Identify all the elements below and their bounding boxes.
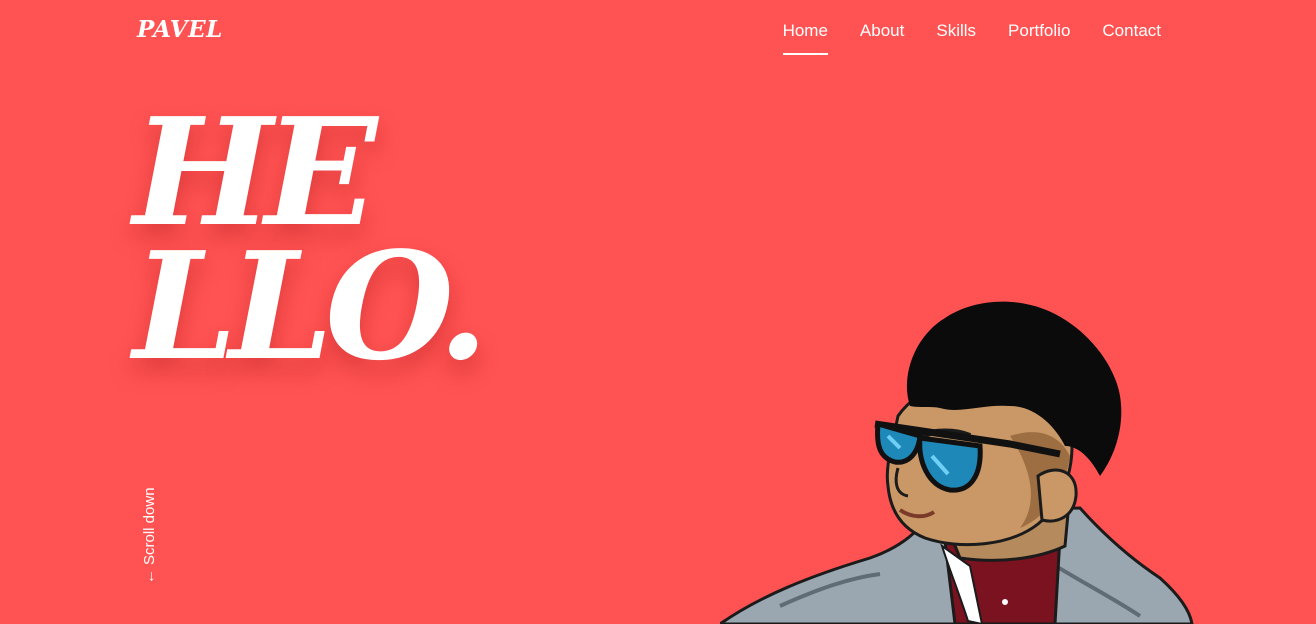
main-nav: Home About Skills Portfolio Contact	[782, 21, 1161, 55]
nav-item-home[interactable]: Home	[782, 21, 829, 55]
shirt-button	[1002, 599, 1008, 605]
nav-item-skills[interactable]: Skills	[936, 21, 976, 55]
nav-item-portfolio[interactable]: Portfolio	[1008, 21, 1070, 55]
hero-line-2: LLO.	[133, 219, 489, 393]
hero-heading: HE LLO.	[133, 98, 489, 393]
nav-item-about[interactable]: About	[860, 21, 904, 55]
arrow-down-icon: ←	[141, 569, 158, 584]
site-logo[interactable]: PAVEL	[137, 16, 223, 43]
ear-shape	[1036, 468, 1078, 523]
scroll-down-link[interactable]: ← Scroll down	[141, 474, 161, 584]
scroll-down-label: Scroll down	[141, 487, 158, 565]
nav-item-contact[interactable]: Contact	[1102, 21, 1161, 55]
portrait-illustration	[720, 301, 1194, 624]
